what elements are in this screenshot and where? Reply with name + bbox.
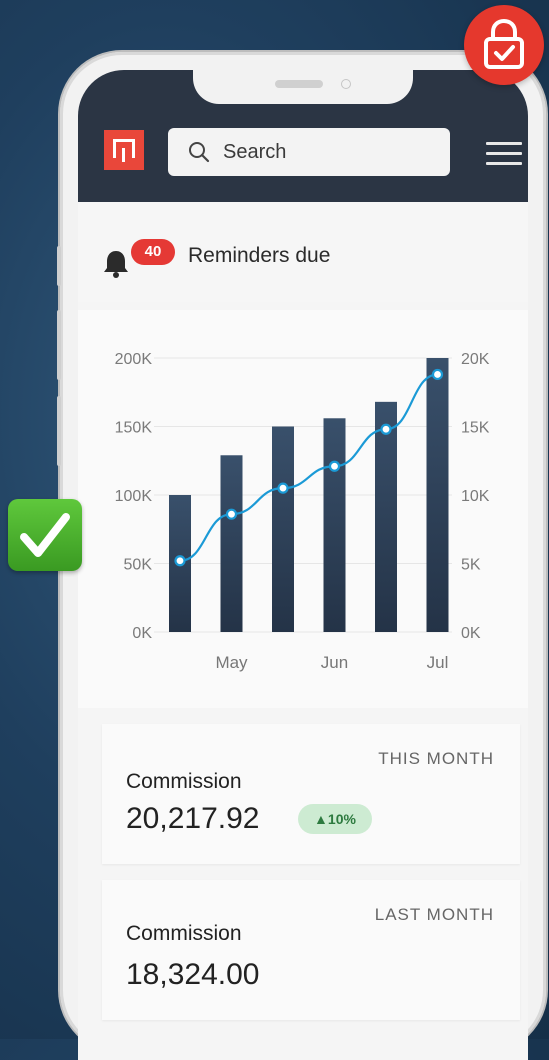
y-tick-label-right: 5K xyxy=(461,557,481,574)
series-line xyxy=(179,373,438,562)
reminder-count-badge: 40 xyxy=(131,239,175,265)
commission-label: Commission xyxy=(126,770,242,793)
commission-value: 18,324.00 xyxy=(126,958,260,991)
app-header: Search xyxy=(78,70,528,202)
commission-value: 20,217.92 xyxy=(126,802,260,835)
commission-chart: 0K 0K 50K 5K 100K 10K 150K 15K 200K 20K May Jun Jul xyxy=(78,310,528,708)
y-tick-label-left: 50K xyxy=(124,557,153,574)
chart-bar xyxy=(220,455,243,632)
volume-up-button xyxy=(57,310,61,380)
commission-card-last-month[interactable]: LAST MONTH Commission 18,324.00 xyxy=(102,880,520,1020)
trend-badge: ▲10% xyxy=(298,804,372,834)
bell-icon xyxy=(104,251,128,278)
chart-bar xyxy=(375,401,397,632)
side-button xyxy=(57,246,61,286)
brand-logo-icon[interactable] xyxy=(104,130,144,170)
camera xyxy=(341,79,351,89)
x-tick-label: Jul xyxy=(427,653,449,672)
app-screen: Search 40 Reminders due 0K 0K 50K 5K 100K 10K… xyxy=(78,70,528,1060)
chart-svg: 0K 0K 50K 5K 100K 10K 150K 15K 200K 20K May Jun Jul xyxy=(115,351,490,672)
period-label: THIS MONTH xyxy=(378,749,494,768)
notch xyxy=(193,70,413,104)
commission-label: Commission xyxy=(126,922,242,945)
line-point xyxy=(174,555,186,567)
period-label: LAST MONTH xyxy=(374,905,494,924)
reminders-row[interactable]: 40 Reminders due xyxy=(78,202,528,302)
speaker xyxy=(275,80,323,88)
y-tick-label-right: 10K xyxy=(461,488,490,505)
reminders-label: Reminders due xyxy=(188,244,331,267)
hamburger-menu-icon[interactable] xyxy=(486,142,522,168)
checkmark-icon xyxy=(8,499,82,571)
y-tick-label-right: 15K xyxy=(461,420,490,437)
x-tick-label: May xyxy=(215,653,248,672)
lock-check-icon xyxy=(464,5,544,85)
line-point xyxy=(380,423,392,435)
y-tick-label-left: 200K xyxy=(115,351,153,368)
y-tick-label-right: 20K xyxy=(461,351,490,368)
line-point xyxy=(225,508,238,520)
volume-down-button xyxy=(57,396,61,466)
x-tick-label: Jun xyxy=(321,653,348,672)
chart-bar xyxy=(323,418,346,632)
search-placeholder: Search xyxy=(223,141,287,163)
y-tick-label-left: 0K xyxy=(132,625,152,642)
line-point xyxy=(431,368,444,381)
chart-bar xyxy=(272,426,294,632)
y-tick-label-left: 150K xyxy=(115,420,153,437)
chart-bar xyxy=(426,358,449,632)
commission-card-this-month[interactable]: THIS MONTH Commission 20,217.92 ▲10% xyxy=(102,724,520,864)
line-point xyxy=(277,482,289,494)
y-tick-label-right: 0K xyxy=(461,625,481,642)
search-icon xyxy=(189,142,210,163)
y-tick-label-left: 100K xyxy=(115,488,153,505)
search-input[interactable]: Search xyxy=(168,128,450,176)
line-point xyxy=(328,460,341,472)
